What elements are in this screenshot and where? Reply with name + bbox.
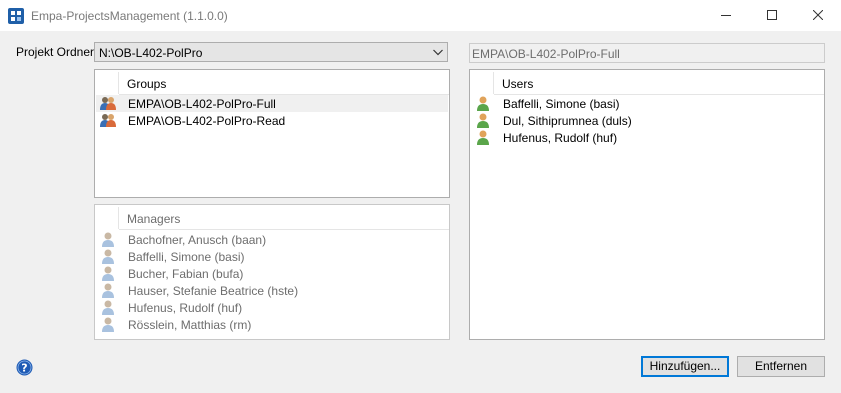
user-row[interactable]: Hufenus, Rudolf (huf) bbox=[471, 129, 823, 146]
group-icon bbox=[100, 97, 116, 110]
users-list[interactable]: Users Baffelli, Simone (basi) Dul, Sithi… bbox=[469, 69, 825, 340]
user-icon bbox=[477, 130, 489, 145]
groups-header: Groups bbox=[118, 72, 449, 95]
users-header-label: Users bbox=[502, 77, 534, 91]
maximize-button[interactable] bbox=[749, 0, 795, 31]
group-name: EMPA\OB-L402-PolPro-Read bbox=[128, 114, 286, 128]
manager-row[interactable]: Hufenus, Rudolf (huf) bbox=[96, 299, 448, 316]
minimize-button[interactable] bbox=[703, 0, 749, 31]
selected-group-text: EMPA\OB-L402-PolPro-Full bbox=[472, 47, 620, 61]
user-icon bbox=[102, 266, 114, 281]
users-header: Users bbox=[493, 72, 824, 95]
groups-list[interactable]: Groups EMPA\OB-L402-PolPro-Full EMPA\OB-… bbox=[94, 69, 450, 198]
manager-name: Bucher, Fabian (bufa) bbox=[128, 267, 244, 281]
user-icon bbox=[102, 232, 114, 247]
window-title: Empa-ProjectsManagement (1.1.0.0) bbox=[31, 9, 228, 23]
group-name: EMPA\OB-L402-PolPro-Full bbox=[128, 97, 276, 111]
close-button[interactable] bbox=[795, 0, 841, 31]
title-bar: Empa-ProjectsManagement (1.1.0.0) bbox=[0, 0, 841, 32]
user-icon bbox=[102, 283, 114, 298]
remove-button[interactable]: Entfernen bbox=[737, 356, 825, 377]
maximize-icon bbox=[767, 10, 777, 20]
help-icon[interactable]: ? bbox=[16, 359, 33, 376]
group-icon bbox=[100, 114, 116, 127]
manager-row[interactable]: Hauser, Stefanie Beatrice (hste) bbox=[96, 282, 448, 299]
user-name: Hufenus, Rudolf (huf) bbox=[503, 131, 618, 145]
manager-name: Hauser, Stefanie Beatrice (hste) bbox=[128, 284, 299, 298]
chevron-down-icon bbox=[433, 49, 443, 56]
user-row[interactable]: Dul, Sithiprumnea (duls) bbox=[471, 112, 823, 129]
user-icon bbox=[477, 96, 489, 111]
close-icon bbox=[813, 10, 823, 20]
group-row-read[interactable]: EMPA\OB-L402-PolPro-Read bbox=[96, 112, 448, 129]
user-row[interactable]: Baffelli, Simone (basi) bbox=[471, 95, 823, 112]
user-icon bbox=[102, 317, 114, 332]
managers-header: Managers bbox=[118, 207, 449, 230]
selected-group-field: EMPA\OB-L402-PolPro-Full bbox=[469, 43, 825, 63]
svg-text:?: ? bbox=[21, 362, 27, 375]
groups-header-label: Groups bbox=[127, 77, 167, 91]
folder-dropdown[interactable]: N:\OB-L402-PolPro bbox=[94, 42, 448, 62]
manager-name: Hufenus, Rudolf (huf) bbox=[128, 301, 243, 315]
manager-row[interactable]: Bucher, Fabian (bufa) bbox=[96, 265, 448, 282]
folder-value: N:\OB-L402-PolPro bbox=[99, 46, 203, 60]
user-icon bbox=[102, 300, 114, 315]
folder-label: Projekt Ordner: bbox=[16, 45, 98, 59]
manager-row[interactable]: Baffelli, Simone (basi) bbox=[96, 248, 448, 265]
app-icon bbox=[8, 8, 24, 24]
user-icon bbox=[477, 113, 489, 128]
add-button[interactable]: Hinzufügen... bbox=[641, 356, 729, 377]
managers-list[interactable]: Managers Bachofner, Anusch (baan) Baffel… bbox=[94, 204, 450, 340]
user-icon bbox=[102, 249, 114, 264]
minimize-icon bbox=[721, 15, 731, 16]
manager-name: Baffelli, Simone (basi) bbox=[128, 250, 245, 264]
group-row-full[interactable]: EMPA\OB-L402-PolPro-Full bbox=[96, 95, 448, 112]
manager-row[interactable]: Bachofner, Anusch (baan) bbox=[96, 231, 448, 248]
managers-header-label: Managers bbox=[127, 212, 181, 226]
manager-name: Bachofner, Anusch (baan) bbox=[128, 233, 267, 247]
user-name: Baffelli, Simone (basi) bbox=[503, 97, 620, 111]
user-name: Dul, Sithiprumnea (duls) bbox=[503, 114, 632, 128]
manager-row[interactable]: Rösslein, Matthias (rm) bbox=[96, 316, 448, 333]
manager-name: Rösslein, Matthias (rm) bbox=[128, 318, 252, 332]
